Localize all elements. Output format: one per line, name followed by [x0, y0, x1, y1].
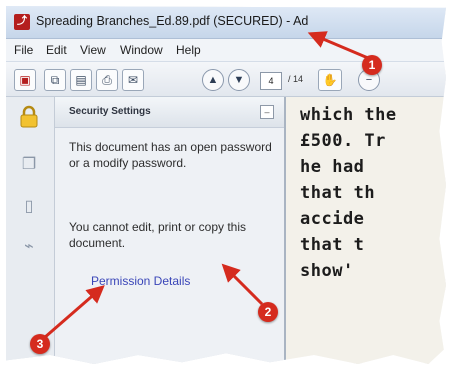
page-thumbnails-icon[interactable]: ❐ [20, 155, 38, 175]
security-settings-panel: Security Settings – This document has an… [55, 97, 284, 364]
document-view: which the £500. Tr he had that th accide… [286, 97, 446, 364]
menu-file[interactable]: File [14, 43, 33, 57]
attachments-icon[interactable]: ⌁ [20, 237, 38, 257]
password-message: This document has an open password or a … [69, 140, 272, 170]
doc-line: he had [300, 157, 365, 177]
menu-view[interactable]: View [80, 43, 106, 57]
menu-window[interactable]: Window [120, 43, 163, 57]
page-total-label: / 14 [288, 74, 304, 84]
page-number-input[interactable]: 4 [260, 72, 282, 90]
print-icon[interactable]: ⎙ [96, 69, 118, 91]
next-page-icon[interactable]: ▼ [228, 69, 250, 91]
window-titlebar: ⤴ Spreading Branches_Ed.89.pdf (SECURED)… [6, 6, 446, 39]
navigation-sidebar: ❐ ▯ ⌁ Security Settings – This document … [6, 97, 286, 364]
doc-line: accide [300, 209, 365, 229]
menu-edit[interactable]: Edit [46, 43, 67, 57]
doc-line: show' [300, 261, 354, 281]
window-title: Spreading Branches_Ed.89.pdf (SECURED) -… [36, 14, 309, 28]
doc-line: which the [300, 105, 397, 125]
doc-line: that t [300, 235, 365, 255]
lock-icon[interactable] [18, 105, 40, 129]
callout-3: 3 [30, 334, 50, 354]
panel-close-button[interactable]: – [260, 105, 274, 119]
callout-2: 2 [258, 302, 278, 322]
combine-files-icon[interactable]: ⧉ [44, 69, 66, 91]
navigation-rail: ❐ ▯ ⌁ [6, 97, 55, 364]
email-icon[interactable]: ✉ [122, 69, 144, 91]
menu-help[interactable]: Help [176, 43, 201, 57]
create-pdf-icon[interactable]: ▣ [14, 69, 36, 91]
panel-header: Security Settings – [55, 97, 284, 128]
save-icon[interactable]: ▤ [70, 69, 92, 91]
acrobat-icon: ⤴ [14, 14, 30, 30]
bookmarks-icon[interactable]: ▯ [20, 197, 38, 217]
callout-1: 1 [362, 55, 382, 75]
hand-tool-icon[interactable]: ✋ [318, 69, 342, 91]
previous-page-icon[interactable]: ▲ [202, 69, 224, 91]
restriction-message: You cannot edit, print or copy this docu… [69, 220, 246, 250]
doc-line: £500. Tr [300, 131, 386, 151]
permission-details-link[interactable]: Permission Details [91, 274, 190, 288]
panel-title: Security Settings [69, 106, 151, 117]
doc-line: that th [300, 183, 376, 203]
